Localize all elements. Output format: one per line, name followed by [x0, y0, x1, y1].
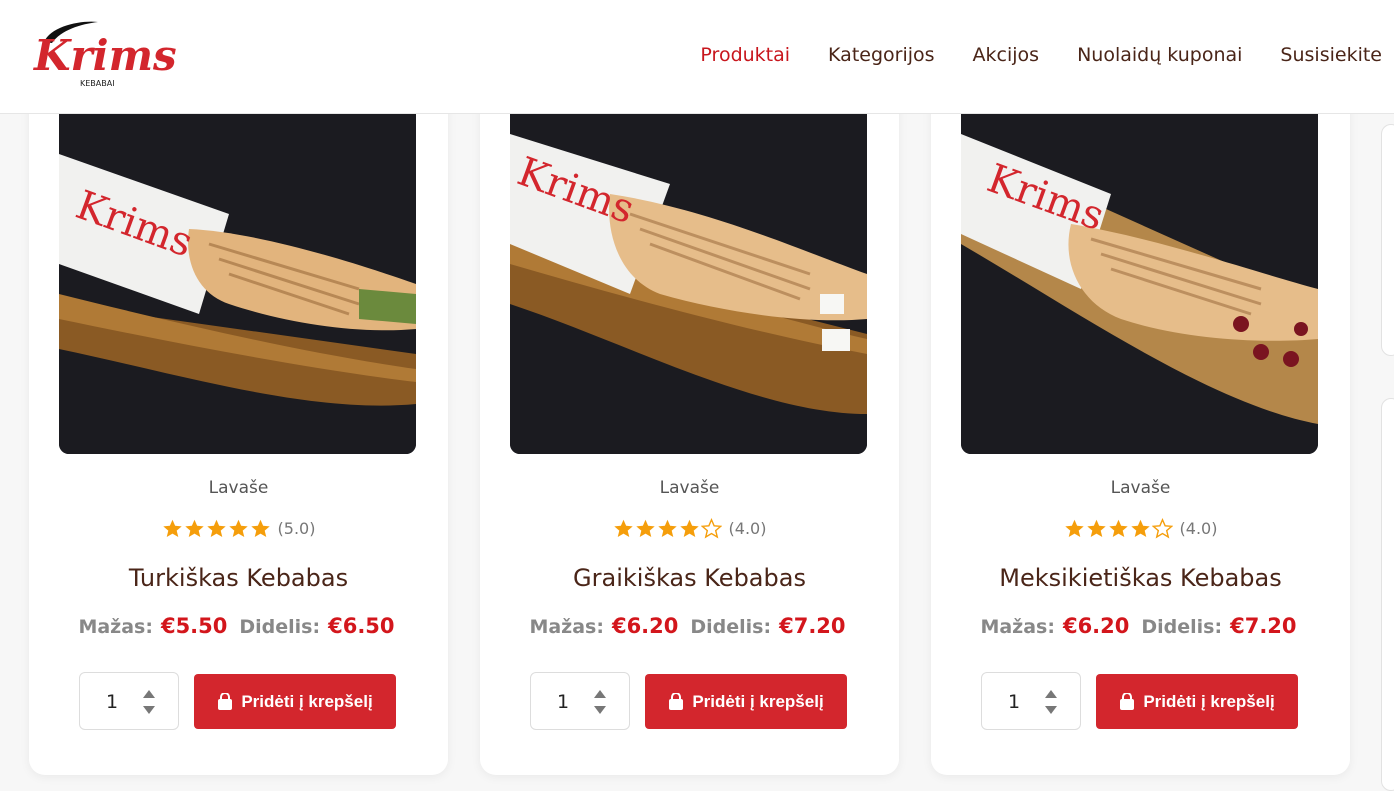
next-card-edge [1381, 398, 1394, 791]
product-image[interactable]: Krims [961, 114, 1318, 454]
up-down-arrows-icon[interactable] [593, 688, 607, 716]
nav-products[interactable]: Produktai [700, 44, 790, 66]
quantity-value: 1 [106, 691, 119, 713]
star-filled-icon [1130, 519, 1150, 537]
large-size-price: €7.20 [1230, 614, 1297, 638]
product-category: Lavaše [659, 478, 720, 498]
small-size-price: €5.50 [160, 614, 228, 638]
product-card: Krims Lavaše (4.0) Graikiškas Kebabas Ma… [480, 70, 899, 775]
product-card: Krims Lavaše (4.0) Meksikietiškas Kebaba… [931, 70, 1350, 775]
shopping-bag-icon [669, 693, 684, 710]
shopping-bag-icon [218, 693, 233, 710]
large-size-label: Didelis: [239, 616, 321, 638]
product-prices: Mažas: €5.50 Didelis: €6.50 [29, 614, 448, 638]
add-to-cart-button[interactable]: Pridėti į krepšelį [645, 674, 847, 729]
small-size-price: €6.20 [1062, 614, 1130, 638]
quantity-value: 1 [1008, 691, 1021, 713]
product-rating: (5.0) [29, 518, 448, 539]
next-card-edge [1381, 124, 1394, 356]
add-to-cart-button[interactable]: Pridėti į krepšelį [194, 674, 396, 729]
rating-value: (4.0) [1179, 519, 1218, 538]
star-outline-icon [700, 518, 722, 539]
star-outline-icon [1151, 518, 1173, 539]
product-image[interactable]: Krims [510, 114, 867, 454]
product-rating: (4.0) [931, 518, 1350, 539]
add-to-cart-label: Pridėti į krepšelį [692, 691, 824, 711]
product-category: Lavaše [208, 478, 269, 498]
logo-subtitle: KEBABAI [80, 79, 115, 88]
up-down-arrows-icon[interactable] [142, 688, 156, 716]
product-title[interactable]: Graikiškas Kebabas [480, 564, 899, 592]
nav-categories[interactable]: Kategorijos [828, 44, 935, 66]
kebab-photo: Krims [59, 114, 416, 454]
star-filled-icon [228, 519, 248, 537]
product-title[interactable]: Meksikietiškas Kebabas [931, 564, 1350, 592]
product-prices: Mažas: €6.20 Didelis: €7.20 [480, 614, 899, 638]
product-prices: Mažas: €6.20 Didelis: €7.20 [931, 614, 1350, 638]
star-filled-icon [1108, 519, 1128, 537]
main-nav: Produktai Kategorijos Akcijos Nuolaidų k… [662, 44, 1382, 66]
quantity-value: 1 [557, 691, 570, 713]
rating-value: (4.0) [728, 519, 767, 538]
star-filled-icon [250, 519, 270, 537]
shopping-bag-icon [1120, 693, 1135, 710]
rating-value: (5.0) [277, 519, 316, 538]
small-size-price: €6.20 [611, 614, 679, 638]
large-size-label: Didelis: [1141, 616, 1223, 638]
small-size-label: Mažas: [78, 616, 153, 638]
nav-coupons[interactable]: Nuolaidų kuponai [1077, 44, 1242, 66]
product-category: Lavaše [1110, 478, 1171, 498]
product-image[interactable]: Krims [59, 114, 416, 454]
star-filled-icon [184, 519, 204, 537]
kebab-photo: Krims [961, 114, 1318, 454]
product-grid: Krims Lavaše (5.0) Turkiškas Kebabas Maž… [0, 0, 1394, 791]
star-filled-icon [206, 519, 226, 537]
small-size-label: Mažas: [980, 616, 1055, 638]
add-to-cart-label: Pridėti į krepšelį [1143, 691, 1275, 711]
star-filled-icon [1086, 519, 1106, 537]
star-filled-icon [162, 519, 182, 537]
site-header: Krims KEBABAI Produktai Kategorijos Akci… [0, 0, 1394, 114]
nav-promotions[interactable]: Akcijos [973, 44, 1040, 66]
kebab-photo: Krims [510, 114, 867, 454]
product-rating: (4.0) [480, 518, 899, 539]
star-filled-icon [1064, 519, 1084, 537]
product-card: Krims Lavaše (5.0) Turkiškas Kebabas Maž… [29, 70, 448, 775]
quantity-stepper[interactable]: 1 [981, 672, 1081, 730]
large-size-label: Didelis: [690, 616, 772, 638]
star-filled-icon [635, 519, 655, 537]
svg-text:Krims: Krims [33, 31, 177, 80]
quantity-stepper[interactable]: 1 [530, 672, 630, 730]
star-filled-icon [613, 519, 633, 537]
star-filled-icon [657, 519, 677, 537]
star-filled-icon [679, 519, 699, 537]
small-size-label: Mažas: [529, 616, 604, 638]
add-to-cart-label: Pridėti į krepšelį [241, 691, 373, 711]
quantity-stepper[interactable]: 1 [79, 672, 179, 730]
large-size-price: €7.20 [779, 614, 846, 638]
product-title[interactable]: Turkiškas Kebabas [29, 564, 448, 592]
large-size-price: €6.50 [328, 614, 395, 638]
add-to-cart-button[interactable]: Pridėti į krepšelį [1096, 674, 1298, 729]
nav-contact[interactable]: Susisiekite [1280, 44, 1382, 66]
up-down-arrows-icon[interactable] [1044, 688, 1058, 716]
krims-logo[interactable]: Krims KEBABAI [26, 18, 181, 90]
